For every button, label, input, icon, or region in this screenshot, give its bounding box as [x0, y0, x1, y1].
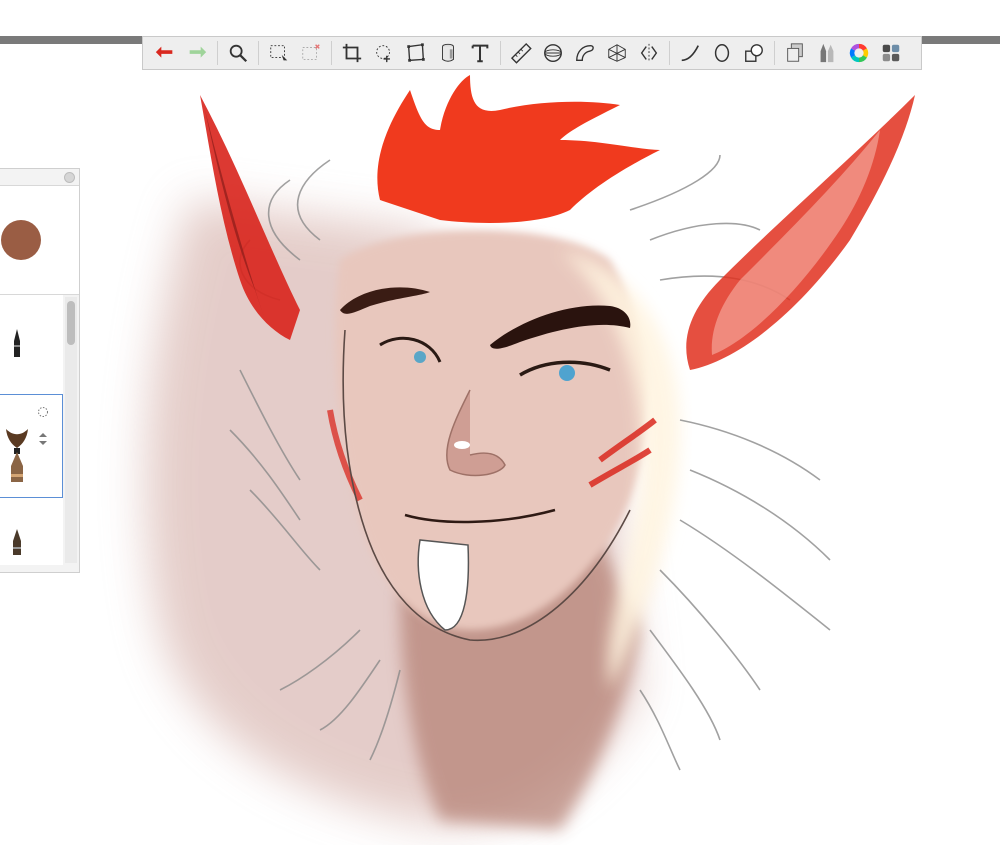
symmetry-icon: [640, 43, 658, 63]
ellipse-shape-icon: [714, 44, 730, 62]
panel-close-button[interactable]: [64, 172, 75, 183]
stroke-line-icon: [681, 45, 699, 62]
ink-pen-brush-icon: [13, 529, 21, 555]
lasso-fill-button[interactable]: [368, 38, 400, 68]
current-color-swatch[interactable]: [1, 220, 41, 260]
redo-button[interactable]: [181, 38, 213, 68]
symmetry-button[interactable]: [633, 38, 665, 68]
left-iris: [414, 351, 426, 363]
magnifier-icon: [229, 44, 248, 63]
character-illustration: [145, 75, 915, 830]
transform-icon: [407, 43, 425, 62]
french-curve-icon: [576, 44, 594, 62]
color-wheel-icon: [849, 43, 869, 63]
ellipse-guide-button[interactable]: [537, 38, 569, 68]
copic-library-icon: [882, 44, 900, 62]
toolbar-separator: [217, 41, 218, 65]
toolbar-separator: [258, 41, 259, 65]
brush-item-ink-pen[interactable]: [0, 499, 63, 565]
brush-size-stepper-icon[interactable]: [37, 432, 49, 446]
french-curve-button[interactable]: [569, 38, 601, 68]
brush-list-scroll-thumb[interactable]: [67, 301, 75, 345]
layers-icon: [787, 43, 803, 62]
brush-item-pencil[interactable]: [0, 295, 63, 393]
red-hair-tuft: [377, 75, 660, 223]
right-iris: [559, 365, 575, 381]
brush-list: [0, 295, 63, 565]
selection-options-icon: [302, 44, 320, 60]
ellipse-guide-icon: [544, 44, 562, 62]
text-button[interactable]: [464, 38, 496, 68]
brush-library-button[interactable]: [811, 38, 843, 68]
right-ear-inner: [711, 130, 880, 355]
shapes-icon: [745, 44, 763, 62]
perspective-guide-button[interactable]: [601, 38, 633, 68]
paint-brush-icon: [6, 429, 28, 482]
selection-options-button[interactable]: [295, 38, 327, 68]
brush-library-icon: [820, 43, 834, 63]
brush-item-paint[interactable]: [0, 394, 63, 498]
toolbar-separator: [331, 41, 332, 65]
drawing-canvas[interactable]: [0, 70, 1000, 845]
ruler-button[interactable]: [505, 38, 537, 68]
toolbar-separator: [500, 41, 501, 65]
fill-bucket-icon: [442, 43, 454, 62]
nose-highlight: [454, 441, 470, 449]
ellipse-shape-button[interactable]: [706, 38, 738, 68]
brush-panel: [0, 168, 80, 573]
zoom-button[interactable]: [222, 38, 254, 68]
selection-button[interactable]: [263, 38, 295, 68]
shapes-button[interactable]: [738, 38, 770, 68]
undo-arrow-icon: [155, 46, 173, 58]
lasso-fill-icon: [376, 45, 390, 63]
main-toolbar: [142, 36, 922, 70]
copic-library-button[interactable]: [875, 38, 907, 68]
toolbar-separator: [774, 41, 775, 65]
selection-icon: [270, 45, 288, 61]
perspective-guide-icon: [608, 44, 626, 62]
crop-button[interactable]: [336, 38, 368, 68]
color-puck-area: [0, 185, 79, 295]
undo-button[interactable]: [149, 38, 181, 68]
fill-bucket-button[interactable]: [432, 38, 464, 68]
crop-icon: [342, 43, 362, 63]
layers-button[interactable]: [779, 38, 811, 68]
transform-button[interactable]: [400, 38, 432, 68]
color-wheel-button[interactable]: [843, 38, 875, 68]
brush-settings-icon[interactable]: [37, 406, 49, 418]
text-icon: [471, 44, 489, 63]
ruler-icon: [510, 42, 532, 64]
stroke-line-button[interactable]: [674, 38, 706, 68]
redo-arrow-icon: [189, 46, 207, 58]
toolbar-separator: [669, 41, 670, 65]
pencil-brush-icon: [14, 329, 20, 357]
